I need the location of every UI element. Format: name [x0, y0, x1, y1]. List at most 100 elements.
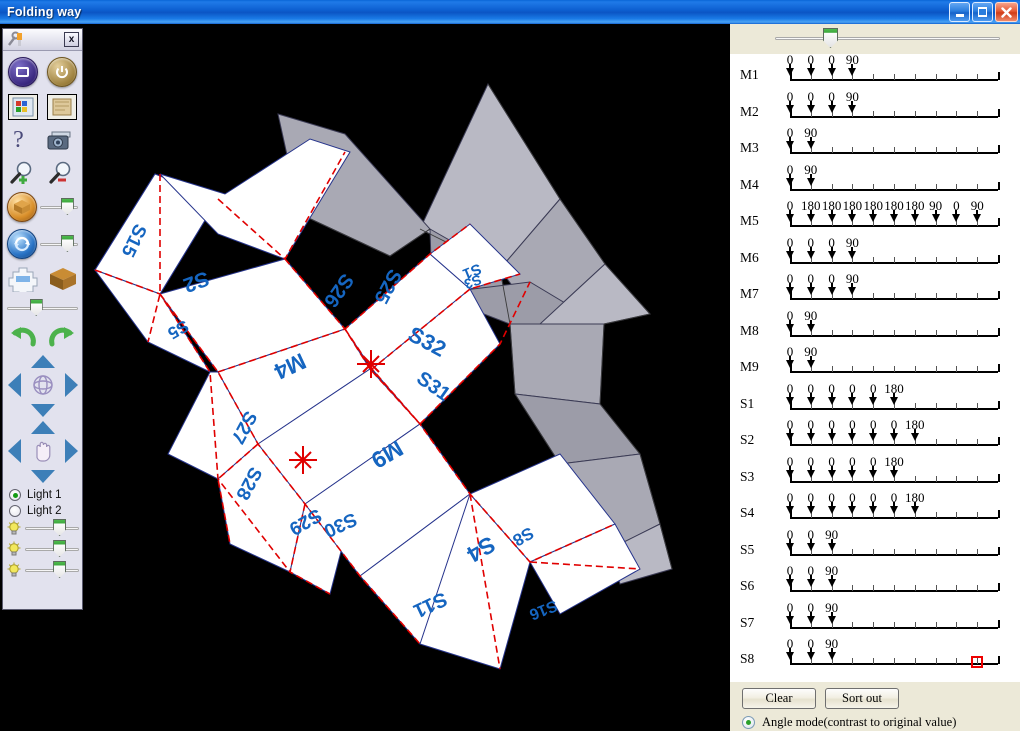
- sort-out-button[interactable]: Sort out: [825, 688, 899, 709]
- model-opacity-slider[interactable]: [40, 198, 78, 216]
- light-option-2[interactable]: Light 2: [3, 503, 82, 519]
- angle-axis[interactable]: 0 0 90: [786, 600, 1005, 639]
- angle-axis[interactable]: 0 0 0 0 0 0 180: [786, 417, 1005, 456]
- color-palette-button[interactable]: [7, 94, 38, 120]
- light-option-1[interactable]: Light 1: [3, 487, 82, 503]
- angle-axis[interactable]: 0 0 0 90: [786, 89, 1005, 128]
- angle-axis[interactable]: 0 0 0 0 0 180: [786, 454, 1005, 493]
- angle-row[interactable]: M9 0 90: [730, 344, 1020, 383]
- axis-tick: [977, 110, 979, 117]
- minimize-button[interactable]: [949, 2, 970, 22]
- angle-mode-option[interactable]: Angle mode(contrast to original value): [742, 715, 1020, 730]
- marker-arrow-icon: [869, 214, 878, 222]
- angle-row-label: M1: [740, 67, 759, 82]
- angle-axis[interactable]: 0 0 90: [786, 636, 1005, 675]
- pan-right-button[interactable]: [64, 439, 78, 463]
- angle-rows-list[interactable]: M1 0 0 0 90 M2 0 0 0 90 M3 0 90 M4 0 90 M5 0 180 180 180 180 1…: [730, 54, 1020, 682]
- light-intensity-slider-1[interactable]: [25, 519, 79, 537]
- fold-button[interactable]: [48, 266, 78, 292]
- angle-row[interactable]: S4 0 0 0 0 0 0 180: [730, 490, 1020, 529]
- pan-center[interactable]: [28, 435, 58, 467]
- sidebar-close-button[interactable]: x: [64, 32, 79, 47]
- orbit-right-button[interactable]: [64, 373, 78, 397]
- selection-marker[interactable]: [971, 656, 984, 668]
- angle-axis[interactable]: 0 90: [786, 125, 1005, 164]
- axis-tick: [852, 621, 854, 628]
- slider-thumb[interactable]: [823, 28, 838, 48]
- slider-thumb[interactable]: [60, 235, 74, 252]
- axis-tick: [894, 183, 895, 190]
- angle-axis[interactable]: 0 90: [786, 308, 1005, 347]
- zoom-in-button[interactable]: [9, 161, 37, 185]
- angle-row[interactable]: S6 0 0 90: [730, 563, 1020, 602]
- angle-row[interactable]: M5 0 180 180 180 180 180 180 90 0 90: [730, 198, 1020, 237]
- axis-tick: [873, 293, 875, 299]
- slider-thumb[interactable]: [60, 198, 74, 215]
- axis-tick: [935, 256, 937, 263]
- orbit-down-button[interactable]: [30, 404, 55, 417]
- refresh-view-button[interactable]: [7, 229, 37, 259]
- viewport-3d[interactable]: .wf { fill:#ffffff; stroke:#26348c; stro…: [0, 24, 730, 731]
- angle-row[interactable]: M3 0 90: [730, 125, 1020, 164]
- angle-row[interactable]: S2 0 0 0 0 0 0 180: [730, 417, 1020, 456]
- redo-button[interactable]: [48, 324, 76, 348]
- pan-left-button[interactable]: [7, 439, 21, 463]
- close-button[interactable]: [995, 2, 1018, 22]
- marker-arrow-icon: [827, 433, 836, 441]
- angle-axis[interactable]: 0 90: [786, 162, 1005, 201]
- marker-arrow-icon: [827, 579, 836, 587]
- light-intensity-slider-2[interactable]: [25, 540, 79, 558]
- angle-axis[interactable]: 0 180 180 180 180 180 180 90 0 90: [786, 198, 1005, 237]
- maximize-button[interactable]: [972, 2, 993, 22]
- slider-thumb[interactable]: [53, 540, 67, 557]
- pan-down-button[interactable]: [30, 470, 55, 483]
- zoom-out-button[interactable]: [48, 161, 76, 185]
- radio-light-2[interactable]: [9, 505, 21, 517]
- angle-axis[interactable]: 0 90: [786, 344, 1005, 383]
- angle-axis[interactable]: 0 0 90: [786, 563, 1005, 602]
- angle-row[interactable]: S8 0 0 90: [730, 636, 1020, 675]
- angle-axis[interactable]: 0 0 90: [786, 527, 1005, 566]
- power-button[interactable]: [47, 57, 78, 87]
- light-intensity-slider-3[interactable]: [25, 561, 79, 579]
- radio-angle-mode[interactable]: [742, 716, 755, 729]
- angle-axis[interactable]: 0 0 0 90: [786, 54, 1005, 91]
- orbit-left-button[interactable]: [7, 373, 21, 397]
- angle-row[interactable]: M6 0 0 0 90: [730, 235, 1020, 274]
- angle-row[interactable]: S1 0 0 0 0 0 180: [730, 381, 1020, 420]
- radio-light-1[interactable]: [9, 489, 21, 501]
- angle-row[interactable]: S5 0 0 90: [730, 527, 1020, 566]
- angle-row[interactable]: M8 0 90: [730, 308, 1020, 347]
- undo-button[interactable]: [9, 324, 37, 348]
- angle-row[interactable]: M7 0 0 0 90: [730, 271, 1020, 310]
- angle-row[interactable]: M4 0 90: [730, 162, 1020, 201]
- angle-axis[interactable]: 0 0 0 0 0 180: [786, 381, 1005, 420]
- orbit-center[interactable]: [28, 369, 58, 401]
- angle-row[interactable]: M1 0 0 0 90: [730, 54, 1020, 91]
- angle-row[interactable]: M2 0 0 0 90: [730, 89, 1020, 128]
- slider-thumb[interactable]: [53, 561, 67, 578]
- axis-tick: [873, 329, 875, 336]
- rotation-speed-slider[interactable]: [40, 235, 78, 253]
- angle-axis[interactable]: 0 0 0 90: [786, 271, 1005, 310]
- scroll-document-button[interactable]: [47, 94, 78, 120]
- angle-axis[interactable]: 0 0 0 90: [786, 235, 1005, 274]
- axis-tick: [852, 548, 854, 555]
- pan-up-button[interactable]: [30, 421, 55, 434]
- fold-progress-slider[interactable]: [7, 299, 78, 317]
- help-button[interactable]: ?: [13, 127, 24, 154]
- model-view-button[interactable]: [7, 192, 37, 222]
- timeline-slider[interactable]: [730, 24, 1020, 54]
- marker-arrow-icon: [931, 214, 940, 222]
- marker-arrow-icon: [806, 542, 815, 551]
- unfold-button[interactable]: [7, 266, 39, 292]
- slider-thumb[interactable]: [53, 519, 67, 536]
- clear-button[interactable]: Clear: [742, 688, 816, 709]
- slider-thumb[interactable]: [29, 299, 43, 316]
- screenshot-button[interactable]: [44, 130, 72, 152]
- angle-row[interactable]: S3 0 0 0 0 0 180: [730, 454, 1020, 493]
- angle-axis[interactable]: 0 0 0 0 0 0 180: [786, 490, 1005, 529]
- display-button[interactable]: [7, 57, 38, 87]
- orbit-up-button[interactable]: [30, 355, 55, 368]
- angle-row[interactable]: S7 0 0 90: [730, 600, 1020, 639]
